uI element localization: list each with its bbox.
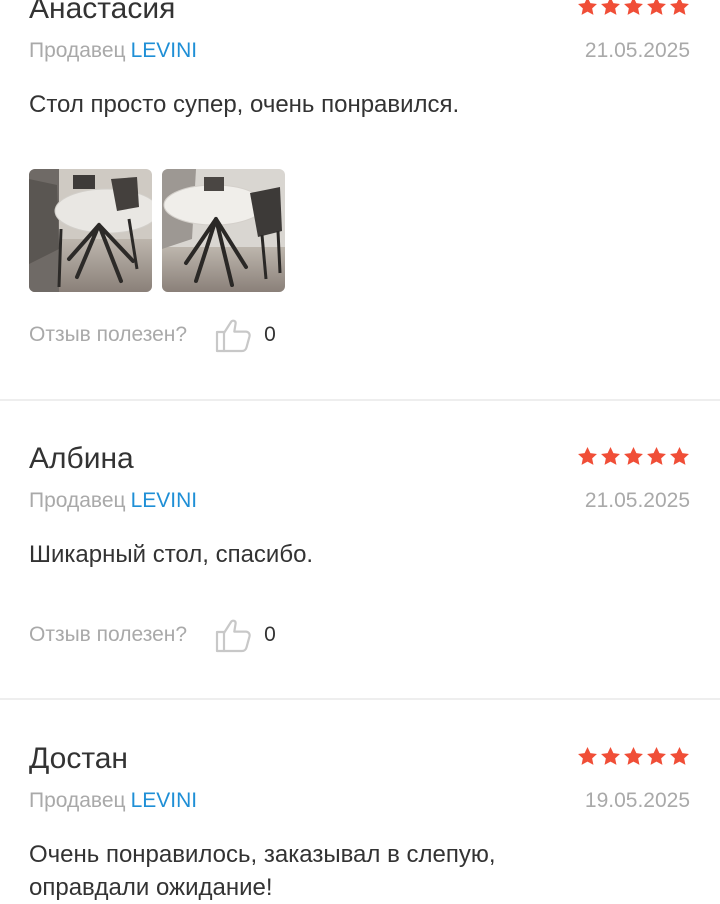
review-divider bbox=[0, 399, 720, 401]
star-icon bbox=[623, 0, 644, 17]
helpful-count: 0 bbox=[264, 323, 276, 346]
review-text: Шикарный стол, спасибо. bbox=[29, 541, 314, 568]
rating-stars bbox=[577, 0, 690, 17]
helpful-label: Отзыв полезен? bbox=[29, 623, 188, 646]
star-icon bbox=[669, 0, 690, 17]
helpful-row: Отзыв полезен? 0 bbox=[29, 315, 276, 355]
star-icon bbox=[577, 0, 598, 17]
review-author: Достан bbox=[29, 742, 128, 775]
review-date: 21.05.2025 bbox=[584, 39, 690, 62]
rating-stars bbox=[577, 446, 690, 467]
star-icon bbox=[623, 746, 644, 767]
thumbs-up-icon[interactable] bbox=[213, 615, 253, 655]
seller-info: Продавец LEVINI bbox=[29, 788, 197, 814]
star-icon bbox=[646, 746, 667, 767]
review-date: 19.05.2025 bbox=[584, 789, 690, 812]
seller-link[interactable]: LEVINI bbox=[131, 789, 198, 812]
helpful-count: 0 bbox=[264, 623, 276, 646]
star-icon bbox=[600, 446, 621, 467]
star-icon bbox=[646, 0, 667, 17]
review-photo[interactable] bbox=[29, 169, 152, 292]
thumbs-up-icon[interactable] bbox=[213, 315, 253, 355]
rating-stars bbox=[577, 746, 690, 767]
review-author: Анастасия bbox=[29, 0, 176, 25]
seller-info: Продавец LEVINI bbox=[29, 38, 197, 64]
review-photos bbox=[29, 169, 285, 292]
review-date: 21.05.2025 bbox=[584, 489, 690, 512]
seller-link[interactable]: LEVINI bbox=[131, 39, 198, 62]
star-icon bbox=[577, 446, 598, 467]
seller-label: Продавец bbox=[29, 489, 126, 512]
review-photo[interactable] bbox=[162, 169, 285, 292]
review-text: Стол просто супер, очень понравился. bbox=[29, 91, 460, 118]
review-author: Албина bbox=[29, 442, 134, 475]
star-icon bbox=[669, 446, 690, 467]
seller-label: Продавец bbox=[29, 39, 126, 62]
helpful-row: Отзыв полезен? 0 bbox=[29, 615, 276, 655]
review-divider bbox=[0, 698, 720, 700]
seller-label: Продавец bbox=[29, 789, 126, 812]
star-icon bbox=[600, 746, 621, 767]
seller-info: Продавец LEVINI bbox=[29, 488, 197, 514]
helpful-label: Отзыв полезен? bbox=[29, 323, 188, 346]
seller-link[interactable]: LEVINI bbox=[131, 489, 198, 512]
star-icon bbox=[600, 0, 621, 17]
star-icon bbox=[646, 446, 667, 467]
star-icon bbox=[577, 746, 598, 767]
star-icon bbox=[623, 446, 644, 467]
review-text: Очень понравилось, заказывал в слепую, о… bbox=[29, 841, 496, 901]
star-icon bbox=[669, 746, 690, 767]
